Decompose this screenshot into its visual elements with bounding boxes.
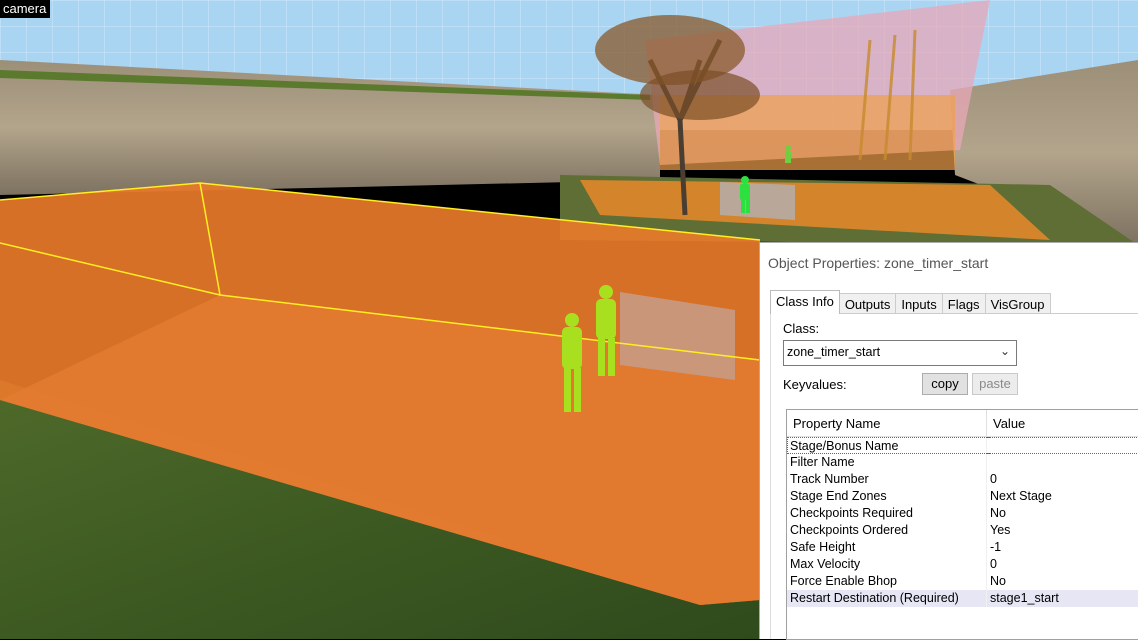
property-name: Stage End Zones bbox=[787, 488, 987, 505]
table-row[interactable]: Stage End Zones Next Stage bbox=[787, 488, 1138, 505]
table-row[interactable]: Safe Height -1 bbox=[787, 539, 1138, 556]
column-header-property-name[interactable]: Property Name bbox=[787, 410, 987, 436]
tab-outputs[interactable]: Outputs bbox=[838, 293, 897, 314]
property-name: Safe Height bbox=[787, 539, 987, 556]
property-value: 0 bbox=[990, 557, 997, 571]
keyvalues-table: Property Name Value Stage/Bonus Name Fil… bbox=[786, 409, 1138, 640]
property-name: Force Enable Bhop bbox=[787, 573, 987, 590]
class-label: Class: bbox=[783, 321, 820, 336]
property-value: No bbox=[990, 574, 1006, 588]
table-row[interactable]: Filter Name bbox=[787, 454, 1138, 471]
property-value: No bbox=[990, 506, 1006, 520]
paste-button[interactable]: paste bbox=[972, 373, 1018, 395]
table-row[interactable]: Force Enable Bhop No bbox=[787, 573, 1138, 590]
tab-inputs[interactable]: Inputs bbox=[895, 293, 943, 314]
property-value: stage1_start bbox=[990, 591, 1059, 605]
tab-flags[interactable]: Flags bbox=[941, 293, 986, 314]
dialog-title: Object Properties: zone_timer_start bbox=[768, 255, 989, 271]
back-crate bbox=[720, 182, 795, 220]
class-select-value: zone_timer_start bbox=[787, 345, 881, 359]
table-row[interactable]: Restart Destination (Required) stage1_st… bbox=[787, 590, 1138, 607]
viewport-camera-label: camera bbox=[0, 0, 51, 18]
property-name: Track Number bbox=[787, 471, 987, 488]
tab-visgroup[interactable]: VisGroup bbox=[984, 293, 1051, 314]
object-properties-dialog: Object Properties: zone_timer_start Clas… bbox=[759, 242, 1138, 640]
property-name: Restart Destination (Required) bbox=[787, 590, 987, 607]
property-name: Checkpoints Ordered bbox=[787, 522, 987, 539]
property-name: Stage/Bonus Name bbox=[787, 437, 987, 454]
property-name: Filter Name bbox=[787, 454, 987, 471]
property-value bbox=[987, 454, 990, 471]
property-name: Max Velocity bbox=[787, 556, 987, 573]
table-row[interactable]: Checkpoints Required No bbox=[787, 505, 1138, 522]
property-value: 0 bbox=[990, 472, 997, 486]
property-value bbox=[987, 437, 990, 454]
table-header: Property Name Value bbox=[787, 410, 1138, 437]
table-row[interactable]: Track Number 0 bbox=[787, 471, 1138, 488]
column-header-value[interactable]: Value bbox=[987, 410, 1025, 436]
table-row[interactable]: Checkpoints Ordered Yes bbox=[787, 522, 1138, 539]
property-value: Next Stage bbox=[990, 489, 1052, 503]
property-value: -1 bbox=[990, 540, 1002, 554]
keyvalues-label: Keyvalues: bbox=[783, 377, 847, 392]
class-select[interactable]: zone_timer_start ⌄ bbox=[783, 340, 1017, 366]
table-row[interactable]: Stage/Bonus Name bbox=[787, 437, 1138, 454]
property-value: Yes bbox=[990, 523, 1011, 537]
tab-class-info[interactable]: Class Info bbox=[770, 290, 840, 314]
chevron-down-icon: ⌄ bbox=[999, 344, 1010, 358]
property-name: Checkpoints Required bbox=[787, 505, 987, 522]
copy-button[interactable]: copy bbox=[922, 373, 968, 395]
tab-bar: Class Info Outputs Inputs Flags VisGroup bbox=[770, 290, 1051, 314]
table-row[interactable]: Max Velocity 0 bbox=[787, 556, 1138, 573]
